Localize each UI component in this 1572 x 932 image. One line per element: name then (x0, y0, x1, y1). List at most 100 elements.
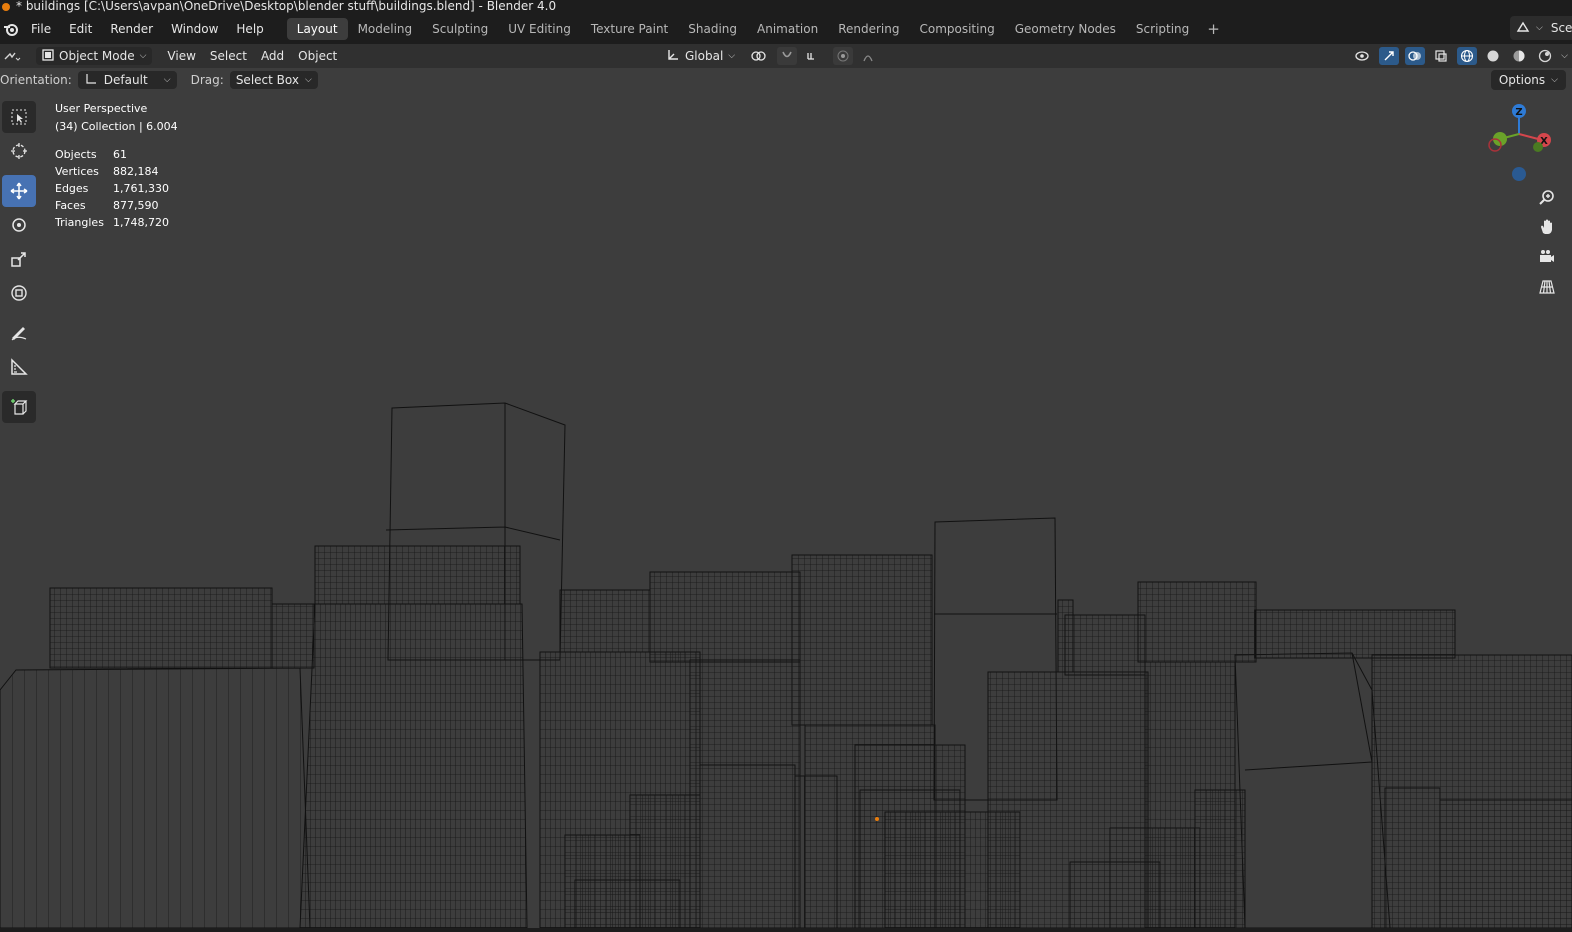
annotate-pencil-icon (11, 327, 27, 341)
rotate-icon (12, 218, 26, 232)
snap-target-icon[interactable] (805, 47, 825, 65)
material-preview-shading-icon[interactable] (1509, 47, 1529, 65)
menu-view[interactable]: View (160, 47, 202, 65)
menu-object[interactable]: Object (291, 47, 344, 65)
stat-label: Edges (55, 182, 89, 195)
stat-label: Faces (55, 199, 86, 212)
stat-row: Triangles 1,748,720 (55, 214, 169, 231)
object-mode-icon (42, 48, 54, 64)
annotate-tool[interactable] (2, 317, 36, 349)
scale-icon (11, 252, 26, 267)
building-mesh (1439, 799, 1572, 928)
object-mode-dropdown[interactable]: Object Mode ⌵ (36, 47, 153, 65)
building-mesh (1254, 609, 1456, 659)
building-wire (1234, 652, 1391, 928)
wireframe-shading-icon[interactable] (1457, 47, 1478, 65)
drag-value: Select Box (235, 73, 299, 87)
transform-tool[interactable] (2, 277, 36, 309)
editor-type-icon[interactable] (2, 47, 22, 65)
drag-dropdown[interactable]: Select Box ⌵ (229, 71, 318, 89)
scene-label: Sce (1550, 21, 1572, 35)
menu-help[interactable]: Help (227, 19, 272, 39)
stat-value: 882,184 (113, 165, 159, 178)
menu-edit[interactable]: Edit (60, 19, 101, 39)
tab-compositing[interactable]: Compositing (909, 18, 1004, 40)
tab-uv-editing[interactable]: UV Editing (498, 18, 581, 40)
viewport-info: User Perspective (34) Collection | 6.004 (55, 100, 178, 136)
building-mesh (314, 545, 521, 605)
collection-info: (34) Collection | 6.004 (55, 120, 178, 133)
building-mesh (299, 603, 528, 928)
building-mesh (1384, 787, 1441, 928)
scene-selector[interactable]: ⌵ Sce (1510, 16, 1572, 40)
options-dropdown[interactable]: Options ⌵ (1490, 70, 1566, 90)
falloff-curve-icon[interactable] (861, 47, 881, 65)
tab-sculpting[interactable]: Sculpting (422, 18, 498, 40)
pivot-point-icon[interactable] (749, 47, 769, 65)
menu-file[interactable]: File (22, 19, 60, 39)
orientation-axes-icon (666, 48, 680, 65)
tab-modeling[interactable]: Modeling (348, 18, 423, 40)
3d-viewport[interactable]: User Perspective (34) Collection | 6.004… (0, 92, 1572, 928)
menu-select[interactable]: Select (203, 47, 254, 65)
workspace-tabs: Layout Modeling Sculpting UV Editing Tex… (286, 18, 1228, 40)
proportional-editing-icon[interactable] (833, 47, 854, 65)
pan-button[interactable] (1535, 215, 1559, 239)
scale-tool[interactable] (2, 243, 36, 275)
top-bar: File Edit Render Window Help Layout Mode… (0, 14, 1572, 44)
rotate-tool[interactable] (2, 209, 36, 241)
shading-options-chevron-icon[interactable]: ⌵ (1561, 51, 1568, 61)
gizmo-toggle-icon[interactable] (1379, 47, 1400, 65)
menu-window[interactable]: Window (162, 19, 227, 39)
stat-label: Triangles (55, 216, 104, 229)
tab-texture-paint[interactable]: Texture Paint (581, 18, 678, 40)
orientation-dropdown[interactable]: Default ⌵ (77, 71, 177, 89)
tab-rendering[interactable]: Rendering (828, 18, 909, 40)
wireframe-scene (0, 402, 1572, 928)
visibility-eye-icon[interactable] (1353, 47, 1373, 65)
perspective-grid-icon (1539, 280, 1555, 294)
select-box-tool[interactable] (2, 101, 36, 133)
move-tool[interactable] (2, 175, 36, 207)
perspective-toggle-button[interactable] (1535, 275, 1559, 299)
window-title: * buildings [C:\Users\avpan\OneDrive\Des… (16, 0, 557, 13)
add-workspace-button[interactable]: + (1199, 18, 1228, 40)
transform-controls: Global ⌵ (656, 44, 881, 68)
tab-scripting[interactable]: Scripting (1126, 18, 1199, 40)
tab-geometry-nodes[interactable]: Geometry Nodes (1005, 18, 1126, 40)
chevron-down-icon: ⌵ (139, 51, 147, 61)
xray-toggle-icon[interactable] (1431, 47, 1451, 65)
building-mesh (791, 554, 933, 726)
blender-logo-icon[interactable] (0, 18, 22, 40)
menu-add[interactable]: Add (254, 47, 291, 65)
building-mesh (1109, 827, 1201, 928)
building-mesh (574, 879, 681, 928)
stat-value: 1,748,720 (113, 216, 169, 229)
tab-shading[interactable]: Shading (678, 18, 747, 40)
orientation-label: Orientation: (0, 73, 72, 87)
add-cube-icon (11, 399, 28, 415)
building-mesh (1137, 581, 1257, 663)
zoom-button[interactable] (1535, 185, 1559, 209)
transform-orientation-dropdown[interactable]: Global ⌵ (660, 47, 741, 65)
solid-shading-icon[interactable] (1483, 47, 1503, 65)
cursor-tool[interactable] (2, 135, 36, 167)
camera-view-button[interactable] (1535, 245, 1559, 269)
transform-icon (11, 285, 27, 301)
snap-toggle-icon[interactable] (777, 47, 798, 65)
gizmo-z-label: Z (1515, 107, 1522, 118)
viewport-header: Object Mode ⌵ View Select Add Object Glo… (0, 44, 1572, 68)
stat-value: 1,761,330 (113, 182, 169, 195)
measure-tool[interactable] (2, 351, 36, 383)
tab-layout[interactable]: Layout (286, 18, 348, 40)
rendered-shading-icon[interactable] (1535, 47, 1555, 65)
menu-render[interactable]: Render (101, 19, 162, 39)
overlays-toggle-icon[interactable] (1405, 47, 1426, 65)
stat-row: Edges 1,761,330 (55, 180, 169, 197)
tab-animation[interactable]: Animation (747, 18, 828, 40)
select-box-icon (11, 109, 27, 125)
navigation-gizmo[interactable]: Z X (1480, 100, 1560, 190)
building-mesh (49, 587, 273, 669)
scene-statistics: Objects 61 Vertices 882,184 Edges 1,761,330… (55, 146, 169, 231)
add-cube-tool[interactable] (2, 391, 36, 423)
